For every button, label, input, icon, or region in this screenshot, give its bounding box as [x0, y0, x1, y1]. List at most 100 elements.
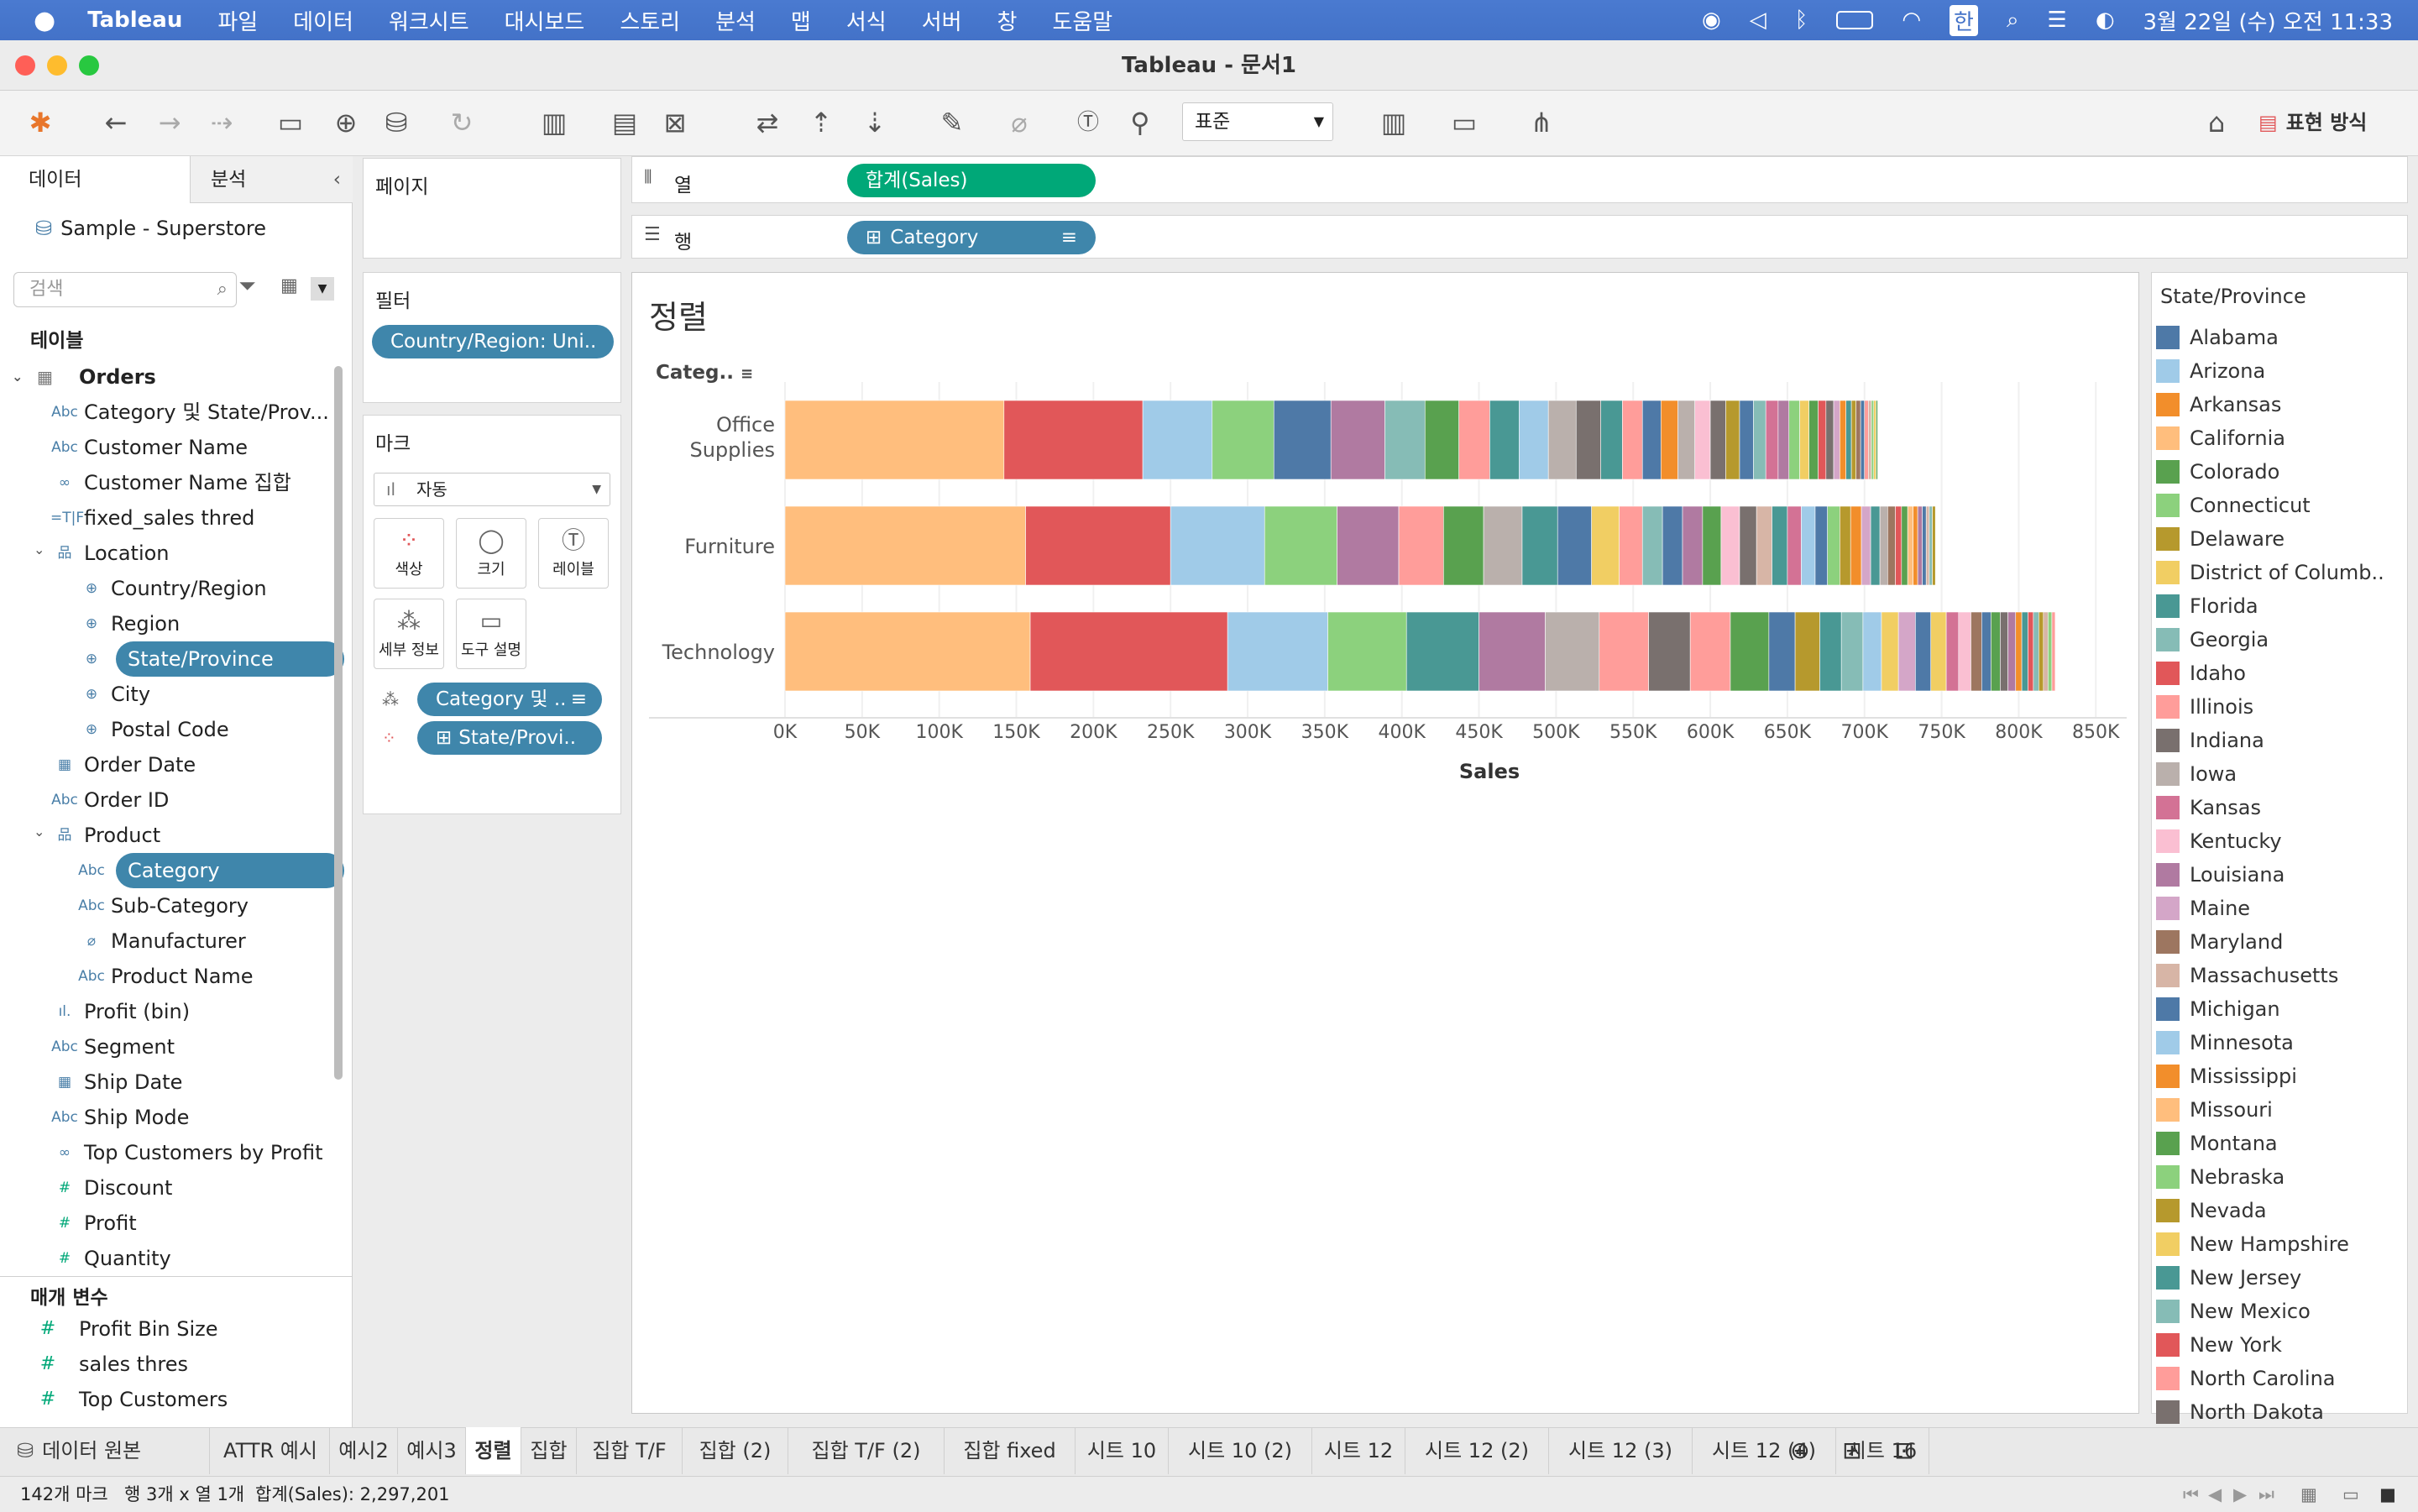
legend-item[interactable]: Connecticut	[2156, 489, 2311, 522]
sheet-tab[interactable]: 집합 (2)	[683, 1427, 788, 1474]
menu-item[interactable]: 도움말	[1052, 10, 1112, 35]
columns-shelf[interactable]: ⦀ 열 합계(Sales)	[631, 156, 2408, 203]
legend-item[interactable]: Nevada	[2156, 1194, 2267, 1227]
menu-item[interactable]: 분석	[715, 10, 756, 35]
sheet-tab[interactable]: 집합 T/F	[577, 1427, 683, 1474]
chevron-down-icon[interactable]: ⌄	[34, 814, 44, 850]
legend-item[interactable]: North Carolina	[2156, 1362, 2336, 1395]
battery-icon[interactable]	[1836, 11, 1874, 29]
sheet-tab[interactable]: 정렬	[466, 1427, 521, 1474]
field-item[interactable]: Abc Category	[0, 853, 346, 888]
refresh-icon[interactable]: ↻	[445, 106, 479, 139]
field-item[interactable]: # Profit	[0, 1206, 346, 1241]
legend-item[interactable]: Colorado	[2156, 455, 2279, 489]
field-item[interactable]: ⊕ City	[0, 677, 346, 712]
menu-bar-clock[interactable]: 3월 22일 (수) 오전 11:33	[2143, 5, 2394, 36]
wifi-icon[interactable]: ◠	[1902, 8, 1921, 33]
replay-icon[interactable]: ⇢	[205, 106, 238, 139]
detail-card[interactable]: ⁂ 세부 정보	[374, 599, 444, 669]
filters-shelf[interactable]: 필터 Country/Region: Uni..	[363, 272, 621, 403]
menu-item[interactable]: 창	[997, 10, 1018, 35]
color-card[interactable]: ⁘ 색상	[374, 518, 444, 589]
field-list-scrollbar[interactable]	[334, 366, 343, 1080]
field-item[interactable]: Abc Order ID	[0, 782, 346, 818]
bluetooth-icon[interactable]: ᛒ	[1795, 8, 1808, 33]
menu-item[interactable]: 스토리	[620, 10, 680, 35]
field-item[interactable]: ıl. Profit (bin)	[0, 994, 346, 1029]
tab-analysis[interactable]: 분석 ‹	[190, 156, 353, 203]
swap-rows-columns-icon[interactable]: ⇄	[751, 106, 784, 139]
control-center-icon[interactable]: ☰	[2048, 8, 2067, 33]
sheet-tab[interactable]: 시트 12	[1312, 1427, 1405, 1474]
parameter-item[interactable]: # Top Customers	[0, 1382, 346, 1417]
sheet-tab[interactable]: 집합 T/F (2)	[788, 1427, 945, 1474]
legend-item[interactable]: Nebraska	[2156, 1160, 2285, 1194]
legend-item[interactable]: New York	[2156, 1328, 2282, 1362]
field-item[interactable]: ⌀ Manufacturer	[0, 923, 346, 959]
field-item[interactable]: ⊕ Country/Region	[0, 571, 346, 606]
parameter-item[interactable]: # sales thres	[0, 1347, 346, 1382]
prev-page-icon[interactable]: ◀	[2208, 1477, 2222, 1512]
new-dashboard-tab-icon[interactable]: ⊞	[1829, 1427, 1876, 1474]
field-item[interactable]: ▦ Ship Date	[0, 1065, 346, 1100]
field-item[interactable]: Abc Ship Mode	[0, 1100, 346, 1135]
filmstrip-view-icon[interactable]: ▭	[2342, 1477, 2359, 1512]
field-item[interactable]: ⊕ Postal Code	[0, 712, 346, 747]
new-datasource-icon[interactable]: ⊕	[329, 106, 363, 139]
sheet-tab[interactable]: ATTR 예시	[212, 1427, 330, 1474]
fix-axes-icon[interactable]: ⚲	[1123, 106, 1157, 139]
sort-icon[interactable]: ≡	[741, 365, 753, 383]
view-options-dropdown-icon[interactable]: ▼	[311, 277, 334, 301]
next-page-icon[interactable]: ▶	[2233, 1477, 2247, 1512]
field-item[interactable]: ∞ Customer Name 집합	[0, 465, 346, 500]
siri-icon[interactable]: ◐	[2096, 8, 2115, 33]
legend-item[interactable]: Illinois	[2156, 690, 2253, 724]
tableau-logo-icon[interactable]: ✱	[24, 106, 57, 139]
group-members-icon[interactable]: ⌀	[1002, 106, 1036, 139]
menu-item[interactable]: 맵	[791, 10, 811, 35]
sort-descending-icon[interactable]: ⇣	[858, 106, 892, 139]
view-options-icon[interactable]: ▦	[280, 275, 298, 296]
legend-item[interactable]: New Jersey	[2156, 1261, 2301, 1295]
close-window-button[interactable]	[15, 55, 35, 76]
legend-item[interactable]: Delaware	[2156, 522, 2285, 556]
legend-item[interactable]: Louisiana	[2156, 858, 2285, 892]
field-item[interactable]: # Quantity	[0, 1241, 346, 1276]
legend-item[interactable]: Mississippi	[2156, 1059, 2297, 1093]
show-cards-icon[interactable]: ▥	[1377, 106, 1410, 139]
field-item[interactable]: ⊕ State/Province	[0, 641, 346, 677]
menu-item[interactable]: 워크시트	[389, 10, 469, 35]
filter-fields-icon[interactable]: ⏷	[238, 274, 256, 300]
legend-item[interactable]: Alabama	[2156, 321, 2279, 354]
new-story-tab-icon[interactable]: ⊡	[1881, 1427, 1928, 1474]
sheet-tab[interactable]: 예시2	[330, 1427, 398, 1474]
save-icon[interactable]: ▭	[274, 106, 307, 139]
legend-item[interactable]: Michigan	[2156, 992, 2280, 1026]
size-card[interactable]: ◯ 크기	[456, 518, 526, 589]
columns-pill-sum-sales[interactable]: 합계(Sales)	[847, 164, 1096, 197]
legend-item[interactable]: Indiana	[2156, 724, 2264, 757]
share-icon[interactable]: ⋔	[1525, 106, 1558, 139]
legend-item[interactable]: Arizona	[2156, 354, 2265, 388]
field-item[interactable]: Abc Product Name	[0, 959, 346, 994]
datasource-tab[interactable]: ⛁ 데이터 원본	[0, 1427, 210, 1474]
format-pane-icon[interactable]: ⌂	[2200, 106, 2233, 139]
new-worksheet-icon[interactable]: ▥	[537, 106, 571, 139]
grid-view-icon[interactable]: ▦	[2300, 1477, 2317, 1512]
legend-item[interactable]: Maryland	[2156, 925, 2283, 959]
legend-item[interactable]: Minnesota	[2156, 1026, 2294, 1059]
input-method-indicator[interactable]: 한	[1950, 4, 1978, 36]
field-item[interactable]: ▦ Order Date	[0, 747, 346, 782]
legend-item[interactable]: North Dakota	[2156, 1395, 2324, 1429]
menu-item[interactable]: 파일	[217, 10, 258, 35]
mark-pill-state-province[interactable]: ⊞ State/Provi..	[417, 721, 602, 755]
apple-icon[interactable]: ●	[34, 6, 55, 35]
search-input[interactable]: 검색 ⌕	[13, 272, 237, 307]
zoom-window-button[interactable]	[79, 55, 99, 76]
filter-pill-country-region[interactable]: Country/Region: Uni..	[372, 325, 614, 358]
label-card[interactable]: Ⓣ 레이블	[538, 518, 609, 589]
mark-type-select[interactable]: ıl 자동 ▼	[374, 473, 610, 506]
field-item[interactable]: Abc Category 및 State/Prov...	[0, 395, 346, 430]
field-item[interactable]: ⊕ Region	[0, 606, 346, 641]
new-worksheet-tab-icon[interactable]: ⊕	[1777, 1427, 1824, 1474]
